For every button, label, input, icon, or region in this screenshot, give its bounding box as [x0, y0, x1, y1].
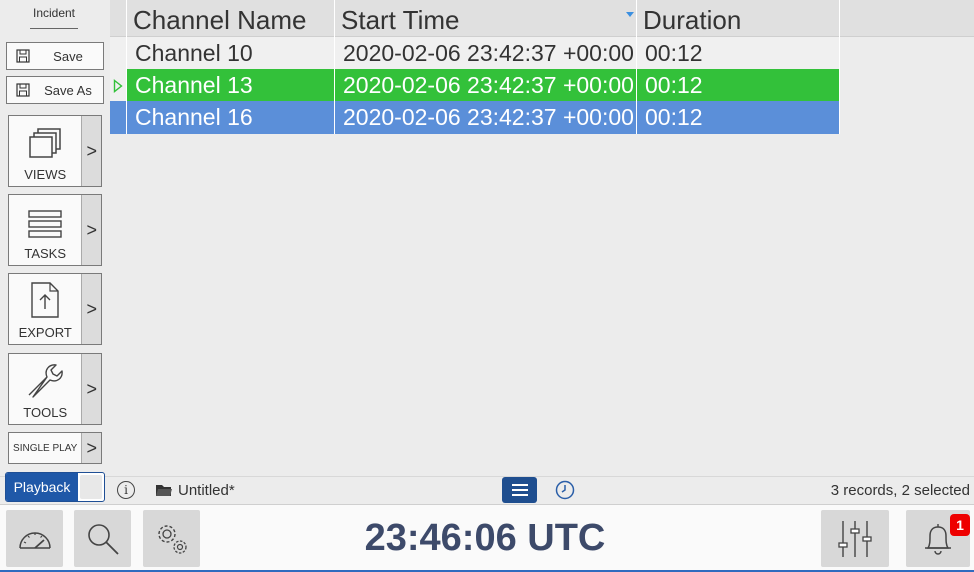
- bottom-toolbar: 23:46:06 UTC 1: [0, 504, 974, 572]
- save-as-label: Save As: [44, 82, 92, 98]
- info-icon[interactable]: i: [117, 481, 135, 499]
- cell-start-time: 2020-02-06 23:42:37 +00:00: [335, 101, 637, 134]
- sort-descending-icon: [626, 12, 634, 17]
- mixer-button[interactable]: [821, 510, 889, 567]
- single-play-expand-button[interactable]: >: [81, 433, 101, 463]
- column-header-channel-name[interactable]: Channel Name: [127, 0, 335, 37]
- cell-start-time: 2020-02-06 23:42:37 +00:00: [335, 69, 637, 102]
- header-gutter: [110, 0, 127, 37]
- cell-start-time: 2020-02-06 23:42:37 +00:00: [335, 37, 637, 70]
- views-button[interactable]: VIEWS >: [8, 115, 102, 187]
- sidebar: Incident Save Save As VIEWS > TASKS > EX…: [0, 0, 108, 476]
- export-label: EXPORT: [18, 325, 72, 340]
- cell-duration: 00:12: [637, 101, 840, 134]
- status-bar: Playback i Untitled* 3 records, 2 select…: [0, 472, 974, 505]
- column-header-start-time[interactable]: Start Time: [335, 0, 637, 37]
- clock-view-button[interactable]: [555, 480, 575, 505]
- table-row[interactable]: Channel 13 2020-02-06 23:42:37 +00:00 00…: [110, 69, 840, 102]
- save-label: Save: [53, 48, 83, 64]
- clock-icon: [555, 480, 575, 500]
- cell-duration: 00:12: [637, 69, 840, 102]
- playback-label: Playback: [6, 473, 78, 501]
- row-gutter: [110, 101, 127, 134]
- cell-channel-name: Channel 16: [127, 101, 335, 134]
- cell-channel-name: Channel 13: [127, 69, 335, 102]
- utc-clock: 23:46:06 UTC: [364, 517, 606, 559]
- tasks-label: TASKS: [24, 246, 67, 261]
- incident-title: Incident: [32, 6, 76, 20]
- views-main[interactable]: VIEWS: [9, 116, 81, 186]
- notification-badge: 1: [950, 514, 970, 536]
- column-header-duration[interactable]: Duration: [637, 0, 840, 37]
- toggle-knob[interactable]: [80, 475, 102, 499]
- export-expand-button[interactable]: >: [81, 274, 101, 344]
- table-row[interactable]: Channel 10 2020-02-06 23:42:37 +00:00 00…: [110, 37, 840, 70]
- records-count: 3 records, 2 selected: [830, 482, 970, 499]
- settings-icon: [157, 524, 187, 554]
- save-as-button[interactable]: Save As: [6, 76, 104, 104]
- playback-toggle[interactable]: Playback: [5, 472, 105, 502]
- play-indicator-icon: [113, 78, 123, 93]
- tools-button[interactable]: TOOLS >: [8, 353, 102, 425]
- export-button[interactable]: EXPORT >: [8, 273, 102, 345]
- row-gutter: [110, 69, 127, 102]
- tools-icon: [28, 364, 63, 398]
- search-button[interactable]: [74, 510, 131, 567]
- export-icon: [31, 282, 59, 318]
- file-name: Untitled*: [178, 482, 235, 499]
- dashboard-button[interactable]: [6, 510, 63, 567]
- list-view-button[interactable]: [502, 477, 537, 503]
- column-header-start-time-label: Start Time: [341, 5, 460, 35]
- tasks-expand-button[interactable]: >: [81, 195, 101, 265]
- single-play-button[interactable]: SINGLE PLAY >: [8, 432, 102, 464]
- gauge-icon: [18, 531, 51, 549]
- tasks-main[interactable]: TASKS: [9, 195, 81, 265]
- save-icon: [7, 49, 39, 63]
- notifications-button[interactable]: 1: [906, 510, 970, 567]
- tools-main[interactable]: TOOLS: [9, 354, 81, 424]
- table-row[interactable]: Channel 16 2020-02-06 23:42:37 +00:00 00…: [110, 101, 840, 134]
- mixer-icon: [838, 520, 872, 557]
- cell-duration: 00:12: [637, 37, 840, 70]
- records-table: Channel Name Start Time Duration Channel…: [110, 0, 974, 476]
- search-icon: [87, 523, 119, 555]
- export-main[interactable]: EXPORT: [9, 274, 81, 344]
- row-gutter: [110, 37, 127, 70]
- folder-icon[interactable]: [155, 483, 173, 502]
- save-icon: [7, 83, 39, 97]
- divider: [30, 28, 78, 29]
- tasks-button[interactable]: TASKS >: [8, 194, 102, 266]
- tools-expand-button[interactable]: >: [81, 354, 101, 424]
- single-play-label[interactable]: SINGLE PLAY: [9, 433, 81, 463]
- views-icon: [29, 128, 61, 158]
- settings-button[interactable]: [143, 510, 200, 567]
- tasks-icon: [28, 210, 62, 238]
- views-expand-button[interactable]: >: [81, 116, 101, 186]
- save-button[interactable]: Save: [6, 42, 104, 70]
- cell-channel-name: Channel 10: [127, 37, 335, 70]
- views-label: VIEWS: [24, 167, 67, 182]
- tools-label: TOOLS: [23, 405, 68, 420]
- table-header: Channel Name Start Time Duration: [110, 0, 974, 37]
- list-view-icon: [511, 484, 528, 496]
